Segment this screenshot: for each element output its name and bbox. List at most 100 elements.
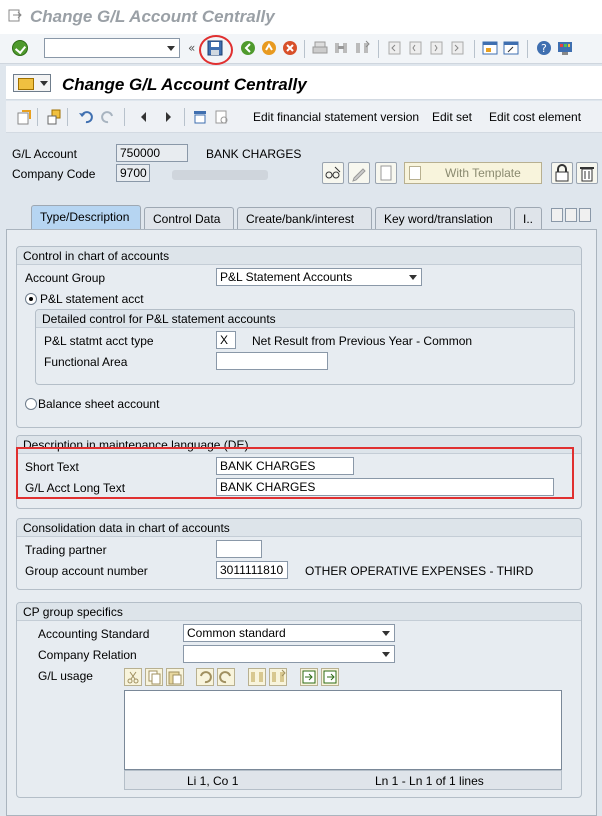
blank-document-icon	[380, 165, 392, 181]
exit-icon[interactable]	[8, 9, 22, 22]
next-page-icon[interactable]	[428, 40, 444, 56]
edit-button[interactable]	[348, 162, 370, 184]
find-icon[interactable]	[333, 40, 349, 56]
pl-type-description: Net Result from Previous Year - Common	[252, 334, 473, 348]
export-icon	[323, 670, 337, 684]
accounting-standard-select[interactable]: Common standard	[183, 624, 395, 642]
find-button[interactable]	[248, 668, 266, 686]
pencil-icon	[352, 168, 366, 182]
help-icon[interactable]: ?	[536, 40, 552, 56]
customize-layout-icon[interactable]	[557, 40, 573, 56]
redo-button[interactable]	[217, 668, 235, 686]
tab-list-button[interactable]	[579, 208, 591, 222]
tab-control-data[interactable]: Control Data	[144, 207, 234, 229]
lock-button[interactable]	[551, 162, 573, 184]
back-icon[interactable]	[240, 40, 256, 56]
document-icon	[409, 166, 421, 180]
tab-scroll-right-button[interactable]	[565, 208, 577, 222]
document-icon[interactable]	[213, 109, 229, 125]
menu-icon[interactable]	[13, 74, 51, 92]
separator	[184, 108, 185, 126]
application-toolbar: Edit financial statement version Edit se…	[6, 101, 602, 133]
pl-statement-radio[interactable]	[25, 293, 37, 305]
where-used-icon[interactable]	[192, 109, 208, 125]
new-session-icon[interactable]	[482, 40, 498, 56]
balance-sheet-radio[interactable]	[25, 398, 37, 410]
previous-entry-icon[interactable]	[136, 109, 152, 125]
account-group-label: Account Group	[25, 271, 106, 285]
line-count: Ln 1 - Ln 1 of 1 lines	[375, 774, 484, 788]
cut-button[interactable]	[124, 668, 142, 686]
undo-button[interactable]	[196, 668, 214, 686]
account-header: G/L Account 750000 BANK CHARGES Company …	[6, 134, 602, 204]
company-code-field[interactable]: 9700	[116, 164, 150, 182]
gl-account-description: BANK CHARGES	[206, 147, 302, 161]
cancel-icon[interactable]	[282, 40, 298, 56]
last-page-icon[interactable]	[449, 40, 465, 56]
previous-page-icon[interactable]	[407, 40, 423, 56]
group-account-label: Group account number	[25, 564, 148, 578]
separator	[304, 40, 305, 58]
exit-transaction-icon[interactable]	[261, 40, 277, 56]
edit-fs-version-button[interactable]: Edit financial statement version	[253, 110, 419, 124]
create-button[interactable]	[375, 162, 397, 184]
find-next-icon	[272, 669, 286, 682]
export-button[interactable]	[321, 668, 339, 686]
edit-cost-element-button[interactable]: Edit cost element	[489, 110, 581, 124]
system-toolbar: « ?	[0, 34, 602, 64]
undo-icon[interactable]	[78, 109, 94, 125]
gl-usage-textarea[interactable]	[124, 690, 562, 770]
redo-icon	[219, 671, 231, 684]
display-change-icon[interactable]	[16, 109, 32, 125]
company-relation-select[interactable]	[183, 645, 395, 663]
balance-sheet-label: Balance sheet account	[38, 397, 160, 411]
functional-area-field[interactable]	[216, 352, 328, 370]
find-next-icon[interactable]	[354, 40, 370, 56]
svg-text:«: «	[188, 41, 195, 55]
paste-button[interactable]	[166, 668, 184, 686]
delete-button[interactable]	[576, 162, 598, 184]
other-account-icon[interactable]	[46, 109, 62, 125]
import-button[interactable]	[300, 668, 318, 686]
pl-type-field[interactable]: X	[216, 331, 236, 349]
separator	[378, 40, 379, 58]
functional-area-label: Functional Area	[44, 355, 128, 369]
coa-control-title: Control in chart of accounts	[17, 247, 581, 265]
tab-information[interactable]: I..	[514, 207, 542, 229]
chevron-down-icon[interactable]	[167, 46, 175, 51]
tab-create-bank-interest[interactable]: Create/bank/interest	[237, 207, 372, 229]
separator	[67, 108, 68, 126]
copy-button[interactable]	[145, 668, 163, 686]
edit-set-button[interactable]: Edit set	[432, 110, 472, 124]
first-page-icon[interactable]	[386, 40, 402, 56]
next-entry-icon[interactable]	[160, 109, 176, 125]
save-highlight-annotation	[199, 35, 233, 65]
tab-type-description[interactable]: Type/Description	[31, 205, 141, 229]
change-button[interactable]	[322, 162, 344, 184]
command-field[interactable]	[44, 38, 180, 58]
page-title: Change G/L Account Centrally	[62, 75, 307, 94]
print-icon[interactable]	[312, 40, 328, 56]
window-title: Change G/L Account Centrally	[30, 7, 275, 26]
text-editor-status-bar: Li 1, Co 1 Ln 1 - Ln 1 of 1 lines	[124, 770, 562, 790]
glasses-pencil-icon	[325, 166, 341, 179]
tab-scroll-left-button[interactable]	[551, 208, 563, 222]
with-template-button[interactable]: With Template	[404, 162, 542, 184]
chevron-down-icon	[382, 631, 390, 636]
gl-account-field[interactable]: 750000	[116, 144, 188, 162]
window-title-bar: Change G/L Account Centrally	[0, 0, 602, 34]
trading-partner-field[interactable]	[216, 540, 262, 558]
trading-partner-label: Trading partner	[25, 543, 107, 557]
shortcut-icon[interactable]	[503, 40, 519, 56]
account-group-select[interactable]: P&L Statement Accounts	[216, 268, 422, 286]
description-highlight-annotation	[16, 447, 574, 499]
redo-icon[interactable]	[100, 109, 116, 125]
enter-icon[interactable]	[12, 40, 28, 56]
group-account-description: OTHER OPERATIVE EXPENSES - THIRD	[305, 564, 534, 578]
copy-icon	[148, 670, 161, 685]
separator	[37, 108, 38, 126]
group-account-field[interactable]: 3011111810	[216, 561, 288, 579]
separator	[527, 40, 528, 58]
find-next-button[interactable]	[269, 668, 287, 686]
tab-key-word-translation[interactable]: Key word/translation	[375, 207, 511, 229]
